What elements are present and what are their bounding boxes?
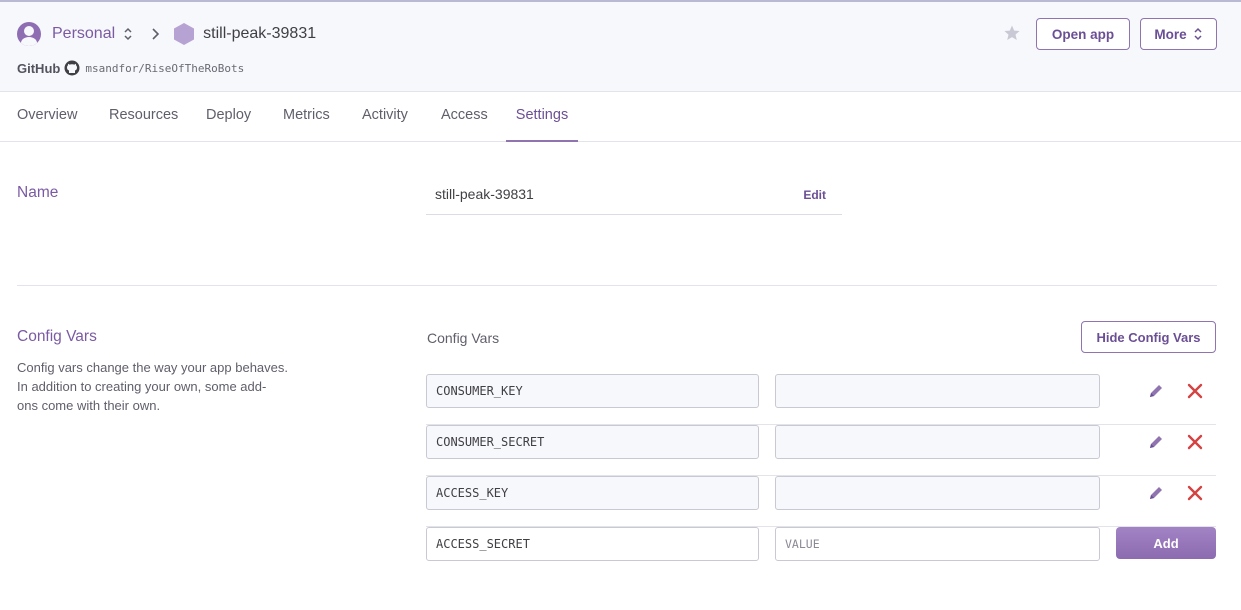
tab-activity[interactable]: Activity (362, 92, 408, 142)
edit-name-link[interactable]: Edit (803, 188, 826, 202)
new-config-key-input[interactable]: ACCESS_SECRET (426, 527, 759, 561)
config-description: Config vars change the way your app beha… (17, 358, 307, 415)
config-value-field[interactable] (775, 425, 1100, 459)
tab-deploy[interactable]: Deploy (206, 92, 251, 142)
config-description-line: ons come with their own. (17, 398, 161, 413)
github-label: GitHub (17, 60, 61, 76)
app-tabs: Overview Resources Deploy Metrics Activi… (0, 92, 1241, 142)
tab-overview[interactable]: Overview (17, 92, 77, 142)
star-icon[interactable] (1003, 24, 1021, 42)
name-section-title: Name (17, 184, 59, 201)
config-key-field[interactable]: CONSUMER_SECRET (426, 425, 759, 459)
config-var-row: CONSUMER_KEY (426, 374, 1216, 425)
config-var-row: CONSUMER_SECRET (426, 425, 1216, 476)
close-icon[interactable] (1186, 433, 1204, 451)
account-switcher-label[interactable]: Personal (52, 25, 115, 43)
more-label: More (1154, 26, 1187, 42)
tab-settings[interactable]: Settings (506, 92, 578, 142)
config-value-field[interactable] (775, 374, 1100, 408)
more-button[interactable]: More (1140, 18, 1217, 50)
config-var-row: ACCESS_KEY (426, 476, 1216, 527)
config-key-field[interactable]: CONSUMER_KEY (426, 374, 759, 408)
config-description-line: In addition to creating your own, some a… (17, 379, 267, 394)
github-icon (64, 60, 80, 76)
config-description-line: Config vars change the way your app beha… (17, 360, 289, 375)
new-config-var-row: ACCESS_SECRET VALUE Add (426, 527, 1216, 578)
new-config-value-input[interactable]: VALUE (775, 527, 1100, 561)
github-connection: GitHub msandfor/RiseOfTheRoBots (17, 60, 244, 76)
pencil-icon[interactable] (1147, 484, 1165, 502)
config-key-field[interactable]: ACCESS_KEY (426, 476, 759, 510)
github-repo-link[interactable]: msandfor/RiseOfTheRoBots (85, 62, 244, 75)
app-hexagon-icon (174, 23, 195, 45)
close-icon[interactable] (1186, 484, 1204, 502)
add-label: Add (1153, 535, 1179, 551)
updown-icon (1194, 27, 1202, 41)
value-placeholder: VALUE (785, 537, 820, 551)
hide-config-vars-button[interactable]: Hide Config Vars (1081, 321, 1216, 353)
tab-metrics[interactable]: Metrics (283, 92, 330, 142)
close-icon[interactable] (1186, 382, 1204, 400)
avatar-icon[interactable] (17, 22, 41, 46)
breadcrumb: Personal still-peak-39831 (17, 20, 316, 48)
tab-resources[interactable]: Resources (109, 92, 178, 142)
hide-config-vars-label: Hide Config Vars (1096, 329, 1201, 345)
config-vars-label: Config Vars (427, 330, 500, 346)
open-app-button[interactable]: Open app (1036, 18, 1130, 50)
chevron-right-icon (152, 28, 160, 40)
app-name-field: still-peak-39831 Edit (426, 176, 842, 215)
app-name-value: still-peak-39831 (435, 186, 534, 202)
tab-access[interactable]: Access (441, 92, 488, 142)
open-app-label: Open app (1051, 26, 1115, 42)
pencil-icon[interactable] (1147, 382, 1165, 400)
pencil-icon[interactable] (1147, 433, 1165, 451)
app-name: still-peak-39831 (203, 25, 317, 42)
add-config-var-button[interactable]: Add (1116, 527, 1216, 559)
section-divider (17, 285, 1217, 286)
config-section-title: Config Vars (17, 328, 97, 345)
config-value-field[interactable] (775, 476, 1100, 510)
updown-icon[interactable] (123, 27, 133, 41)
app-header: Personal still-peak-39831 GitHub msandfo… (0, 0, 1241, 92)
